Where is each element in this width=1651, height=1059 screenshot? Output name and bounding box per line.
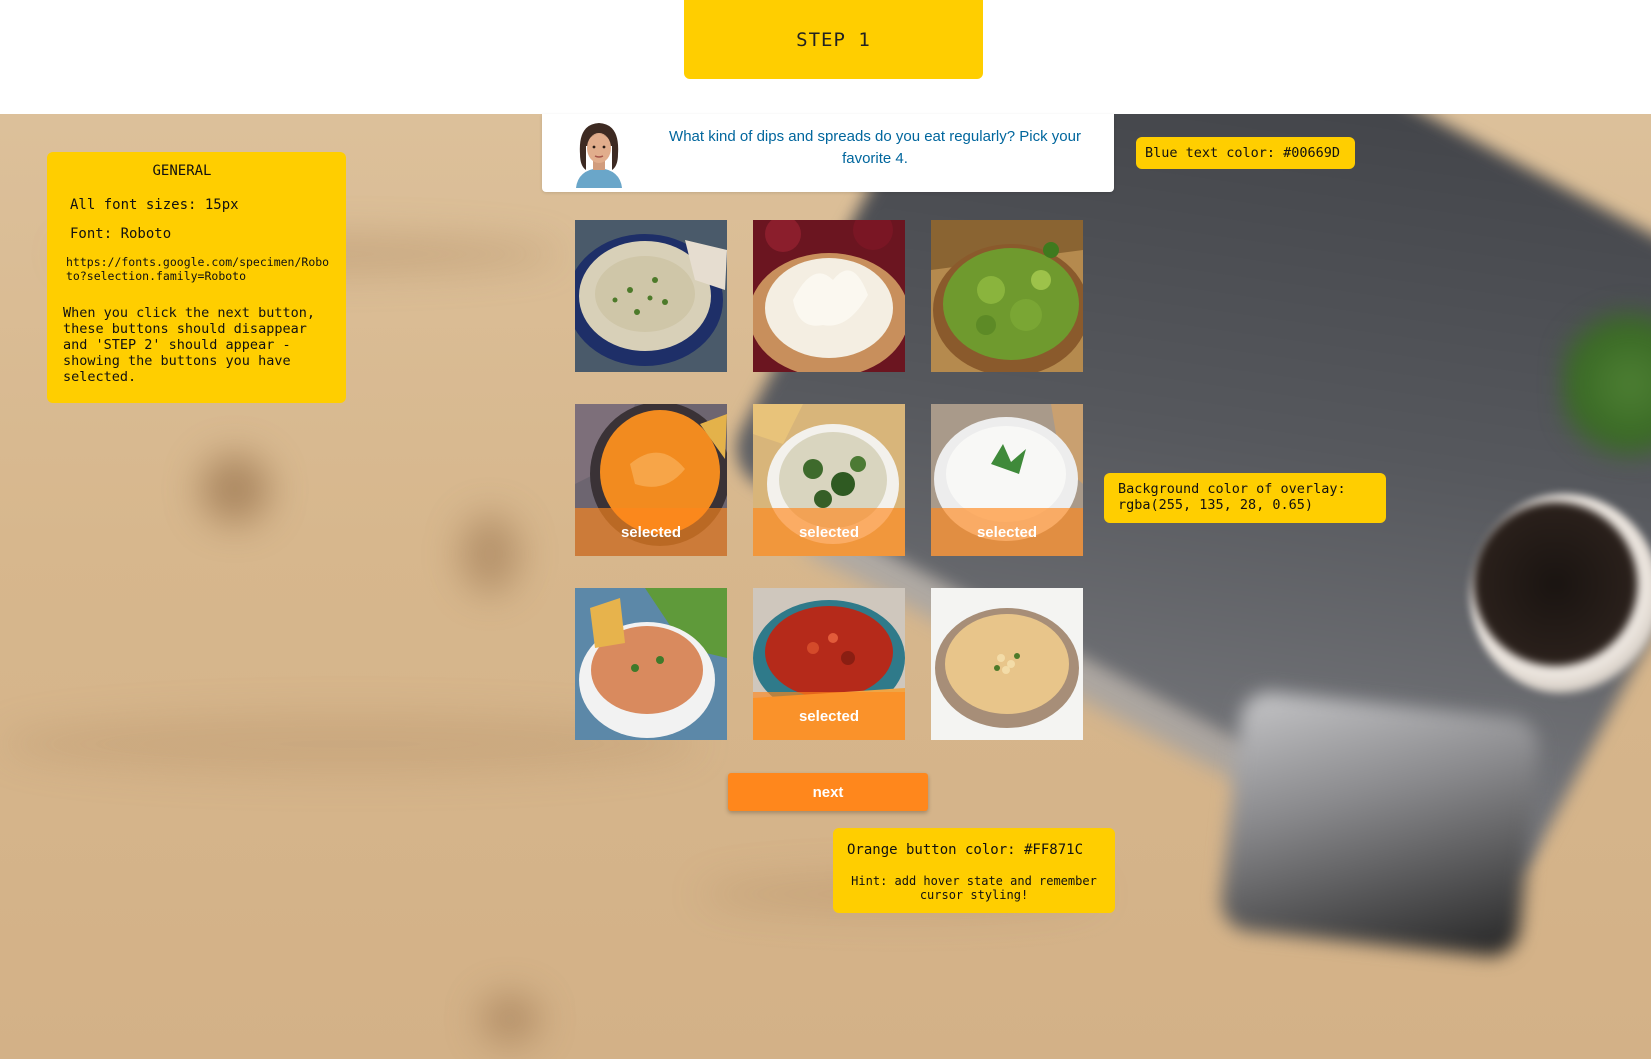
orange-button-note: Orange button color: #FF871C Hint: add h… xyxy=(833,828,1115,913)
sour-cream-dip-tile[interactable] xyxy=(753,220,905,372)
selected-overlay: selected xyxy=(753,692,905,740)
spinach-dip-tile[interactable]: selected xyxy=(753,404,905,556)
step-1-button[interactable]: STEP 1 xyxy=(684,0,983,79)
hummus-image xyxy=(575,220,727,372)
font-note: Font: Roboto xyxy=(70,226,172,242)
sour-cream-image xyxy=(753,220,905,372)
selected-overlay: selected xyxy=(575,508,727,556)
next-button[interactable]: next xyxy=(728,773,928,811)
font-url-note: https://fonts.google.com/specimen/Roboto… xyxy=(66,255,330,283)
question-card: What kind of dips and spreads do you eat… xyxy=(542,114,1114,192)
guacamole-image xyxy=(931,220,1083,372)
yogurt-dip-tile[interactable]: selected xyxy=(931,404,1083,556)
woman-avatar-icon xyxy=(566,120,632,188)
orange-button-color-text: Orange button color: #FF871C xyxy=(847,842,1084,858)
pine-nut-hummus-tile[interactable] xyxy=(931,588,1083,740)
font-size-note: All font sizes: 15px xyxy=(70,197,239,213)
buffalo-dip-tile[interactable] xyxy=(575,588,727,740)
overlay-color-note: Background color of overlay: rgba(255, 1… xyxy=(1104,473,1386,523)
hint-text: Hint: add hover state and remember curso… xyxy=(851,874,1097,902)
general-note-title: GENERAL xyxy=(152,163,212,179)
instruction-note: When you click the next button, these bu… xyxy=(63,305,315,385)
salsa-tile[interactable]: selected xyxy=(753,588,905,740)
pine-nut-hummus-image xyxy=(931,588,1083,740)
selected-overlay: selected xyxy=(753,508,905,556)
blue-text-note: Blue text color: #00669D xyxy=(1136,137,1355,169)
question-text: What kind of dips and spreads do you eat… xyxy=(669,128,1081,167)
guacamole-tile[interactable] xyxy=(931,220,1083,372)
general-note: GENERAL All font sizes: 15px Font: Robot… xyxy=(47,152,346,403)
selected-overlay: selected xyxy=(931,508,1083,556)
hummus-dip-tile[interactable] xyxy=(575,220,727,372)
cheese-dip-tile[interactable]: selected xyxy=(575,404,727,556)
buffalo-dip-image xyxy=(575,588,727,740)
